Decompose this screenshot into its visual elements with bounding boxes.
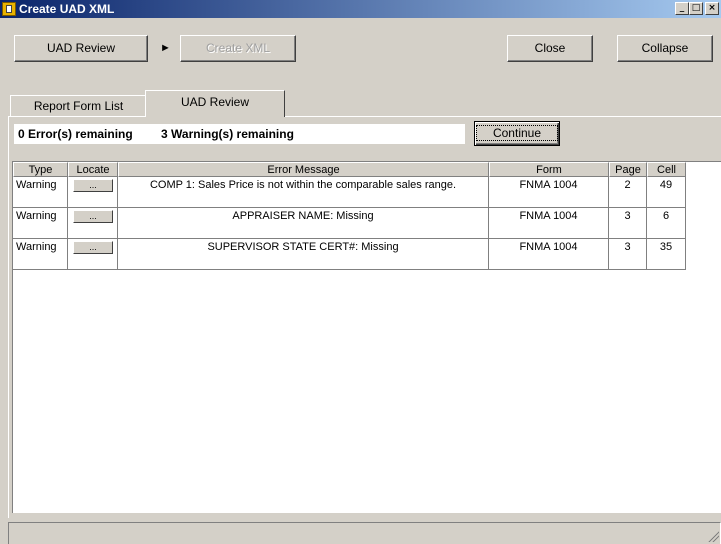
error-count: 0 Error(s) remaining bbox=[18, 127, 133, 141]
row-1-page[interactable]: 3 bbox=[609, 208, 647, 239]
close-window-button[interactable]: × bbox=[705, 2, 719, 15]
continue-button[interactable]: Continue bbox=[474, 121, 560, 146]
row-0-cell[interactable]: 49 bbox=[647, 177, 686, 208]
create-xml-button[interactable]: Create XML bbox=[180, 35, 296, 62]
row-1-locate-button[interactable]: ... bbox=[73, 210, 113, 223]
row-0-type[interactable]: Warning bbox=[13, 177, 68, 208]
row-0-locate-cell: ... bbox=[68, 177, 118, 208]
row-0-message[interactable]: COMP 1: Sales Price is not within the co… bbox=[118, 177, 489, 208]
status-field: 0 Error(s) remaining 3 Warning(s) remain… bbox=[14, 124, 465, 144]
row-2-page[interactable]: 3 bbox=[609, 239, 647, 270]
warning-count: 3 Warning(s) remaining bbox=[161, 127, 294, 141]
row-1-form[interactable]: FNMA 1004 bbox=[489, 208, 609, 239]
uad-review-button[interactable]: UAD Review bbox=[14, 35, 148, 62]
tab-uad-review[interactable]: UAD Review bbox=[145, 90, 285, 117]
row-2-message[interactable]: SUPERVISOR STATE CERT#: Missing bbox=[118, 239, 489, 270]
row-0-locate-button[interactable]: ... bbox=[73, 179, 113, 192]
row-2-cell[interactable]: 35 bbox=[647, 239, 686, 270]
row-0-form[interactable]: FNMA 1004 bbox=[489, 177, 609, 208]
window-title: Create UAD XML bbox=[19, 2, 115, 16]
status-bar bbox=[8, 522, 721, 544]
column-header-type[interactable]: Type bbox=[13, 162, 68, 177]
arrow-right-icon: ► bbox=[160, 42, 171, 54]
column-header-locate[interactable]: Locate bbox=[68, 162, 118, 177]
minimize-button[interactable]: _ bbox=[675, 2, 689, 15]
maximize-button[interactable]: □ bbox=[689, 2, 703, 15]
column-header-error-message[interactable]: Error Message bbox=[118, 162, 489, 177]
title-bar: Create UAD XML _ □ × bbox=[0, 0, 721, 18]
row-1-message[interactable]: APPRAISER NAME: Missing bbox=[118, 208, 489, 239]
resize-grip-icon[interactable] bbox=[707, 530, 719, 542]
collapse-button[interactable]: Collapse bbox=[617, 35, 713, 62]
row-2-locate-button[interactable]: ... bbox=[73, 241, 113, 254]
continue-label: Continue bbox=[475, 125, 559, 141]
column-header-page[interactable]: Page bbox=[609, 162, 647, 177]
column-header-form[interactable]: Form bbox=[489, 162, 609, 177]
row-2-locate-cell: ... bbox=[68, 239, 118, 270]
close-button[interactable]: Close bbox=[507, 35, 593, 62]
warnings-grid: Type Locate Error Message Form Page Cell… bbox=[12, 161, 721, 513]
row-2-type[interactable]: Warning bbox=[13, 239, 68, 270]
row-1-type[interactable]: Warning bbox=[13, 208, 68, 239]
row-1-locate-cell: ... bbox=[68, 208, 118, 239]
row-1-cell[interactable]: 6 bbox=[647, 208, 686, 239]
tab-report-form-list[interactable]: Report Form List bbox=[10, 95, 147, 116]
row-0-page[interactable]: 2 bbox=[609, 177, 647, 208]
app-icon bbox=[2, 2, 16, 16]
column-header-cell[interactable]: Cell bbox=[647, 162, 686, 177]
row-2-form[interactable]: FNMA 1004 bbox=[489, 239, 609, 270]
